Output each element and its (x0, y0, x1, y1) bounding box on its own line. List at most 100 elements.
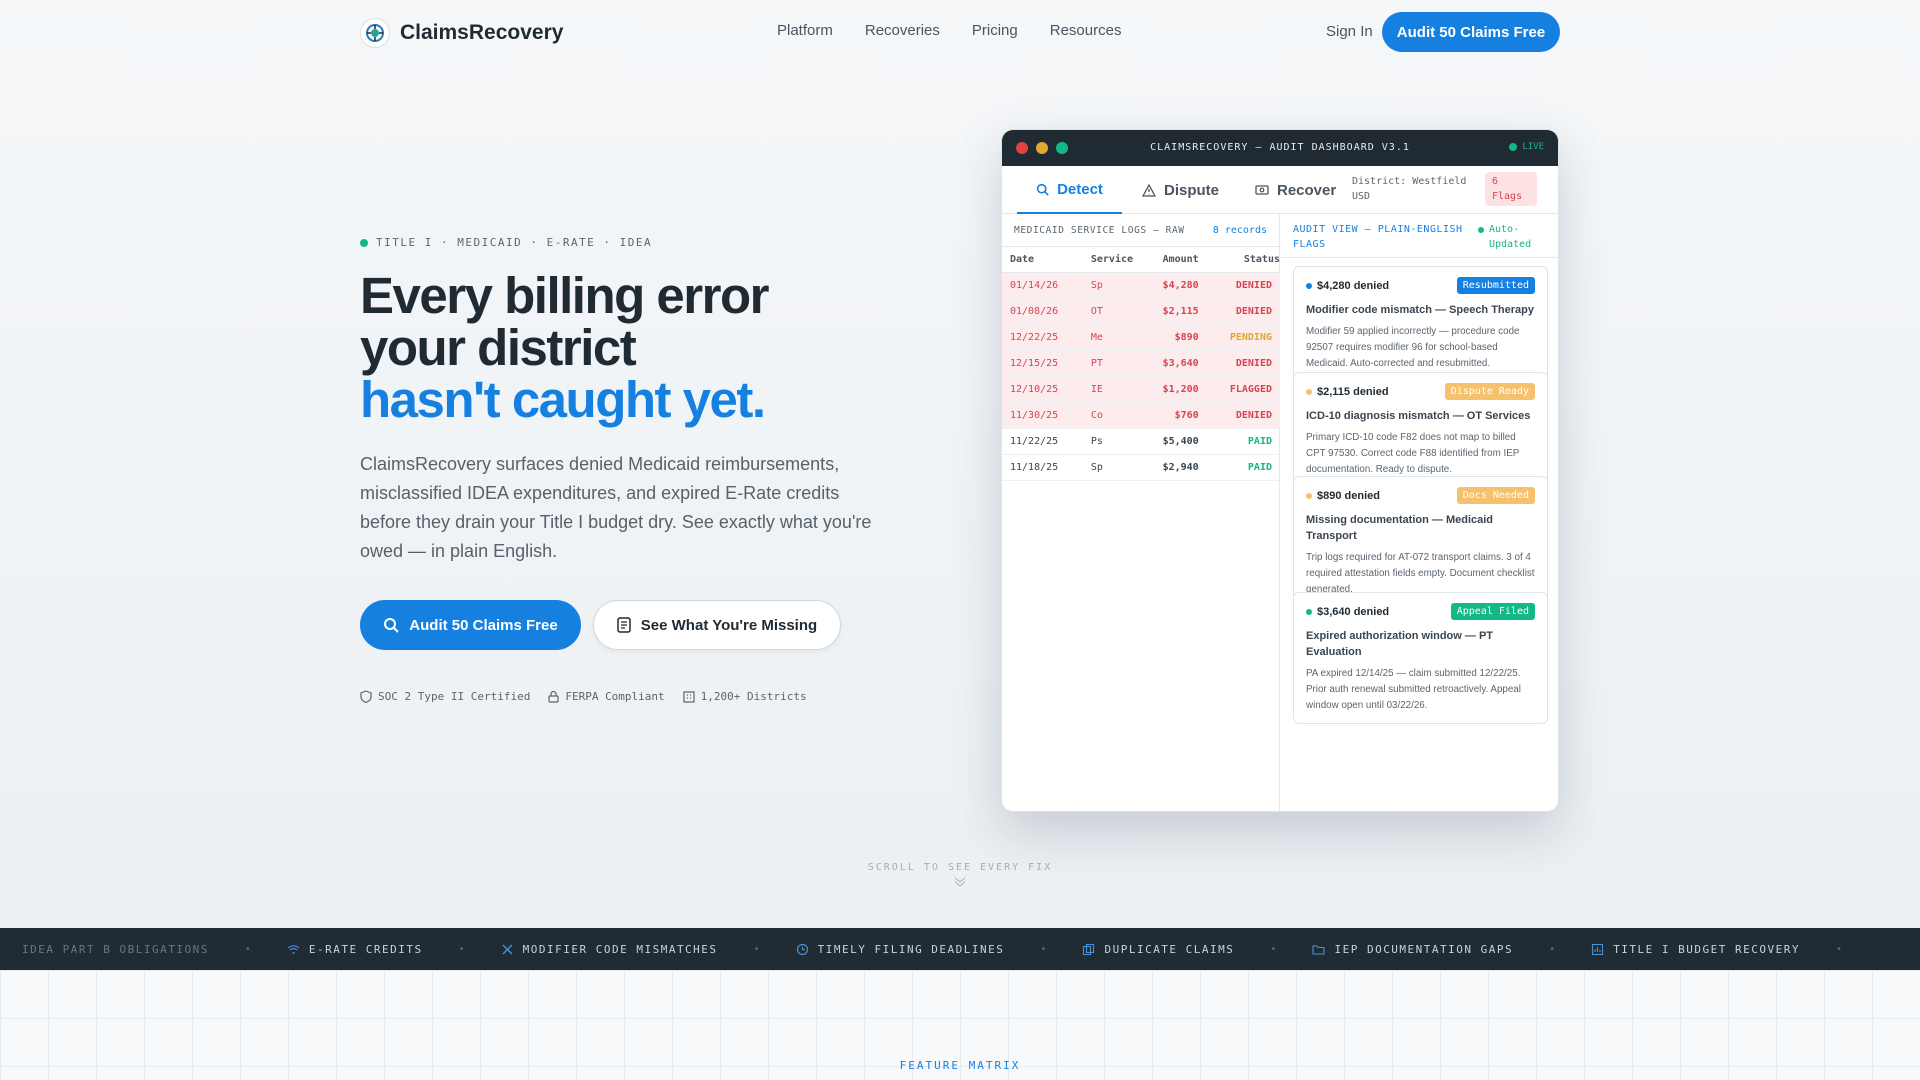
audit-header: AUDIT VIEW — PLAIN-ENGLISH FLAGS Auto-Up… (1281, 214, 1558, 258)
cell-status: DENIED (1206, 350, 1280, 377)
trust-ferpa-label: FERPA Compliant (565, 690, 665, 703)
cell-date: 01/08/26 (1002, 298, 1083, 325)
trust-badges: SOC 2 Type II Certified FERPA Compliant … (360, 690, 807, 703)
see-missing-label: See What You're Missing (640, 616, 818, 634)
card-body: PA expired 12/14/25 — claim submitted 12… (1306, 668, 1521, 711)
nav-link-recoveries[interactable]: Recoveries (865, 22, 940, 39)
cell-amount: $760 (1141, 402, 1207, 429)
logs-header-row: Date Service Amount Status (1002, 246, 1280, 273)
live-indicator: LIVE (1509, 142, 1544, 152)
money-icon (1255, 185, 1269, 195)
nav-link-platform[interactable]: Platform (777, 22, 833, 39)
flags-badge[interactable]: 6 Flags (1485, 172, 1537, 206)
cell-date: 01/14/26 (1002, 272, 1083, 299)
card-title: Modifier code mismatch — Speech Therapy (1306, 304, 1535, 316)
cell-svc: Ps (1082, 428, 1142, 455)
ticker-item: TITLE I BUDGET RECOVERY (1591, 943, 1800, 956)
chevron-down-icon[interactable] (953, 876, 967, 888)
card-amount: $2,115 denied (1306, 386, 1389, 398)
cell-amount: $2,940 (1141, 454, 1207, 481)
audit-flag-card[interactable]: $3,640 denied Appeal Filed Expired authori… (1293, 592, 1548, 725)
cell-amount: $890 (1141, 324, 1207, 351)
cell-svc: PT (1082, 350, 1142, 377)
building-icon (683, 691, 695, 703)
audit-flag-card[interactable]: $4,280 denied Resubmitted Modifier code mi… (1293, 266, 1548, 383)
card-header: $2,115 denied Dispute Ready (1306, 383, 1535, 400)
ticker-separator: • (1836, 943, 1843, 955)
lock-icon (548, 690, 559, 703)
table-row[interactable]: 12/15/25 PT $3,640 DENIED (1002, 350, 1280, 377)
audit-dashboard-window: CLAIMSRECOVERY — AUDIT DASHBOARD V3.1 LI… (1001, 129, 1559, 812)
topic-ticker: IDEA PART B OBLIGATIONS • E-RATE CREDITS • M… (0, 928, 1920, 970)
trust-soc2-label: SOC 2 Type II Certified (378, 690, 531, 703)
brand-mark-icon (360, 18, 390, 48)
dashboard-tabs: Detect Dispute Recover District: Westfie… (1002, 166, 1558, 214)
brand-name: ClaimsRecovery (400, 21, 564, 44)
audit-claims-button[interactable]: Audit 50 Claims Free (360, 600, 581, 650)
card-header: $890 denied Docs Needed (1306, 487, 1535, 504)
ticker-item: E-RATE CREDITS (287, 943, 423, 956)
tab-recover[interactable]: Recover (1255, 166, 1336, 214)
nav-link-resources[interactable]: Resources (1050, 22, 1122, 39)
tab-recover-label: Recover (1277, 181, 1337, 199)
live-dot-icon (1509, 143, 1518, 151)
card-amount: $3,640 denied (1306, 606, 1389, 618)
sign-in-link[interactable]: Sign In (1326, 23, 1373, 40)
table-row[interactable]: 11/22/25 Ps $5,400 PAID (1002, 428, 1280, 455)
card-title: Missing documentation — Medicaid Transpo… (1306, 514, 1494, 542)
hero-description: ClaimsRecovery surfaces denied Medicaid … (360, 454, 872, 561)
ticker-label: TITLE I BUDGET RECOVERY (1613, 942, 1801, 956)
shield-icon (360, 690, 372, 703)
status-dot-icon (1306, 282, 1312, 289)
cell-date: 11/18/25 (1002, 454, 1083, 481)
nav-links: Platform Recoveries Pricing Resources (777, 22, 1121, 39)
feature-matrix-label: FEATURE MATRIX (899, 1059, 1021, 1072)
ticker-separator: • (458, 943, 465, 955)
status-dot-icon (1306, 492, 1312, 499)
tools-icon (502, 944, 513, 954)
tab-dispute[interactable]: Dispute (1142, 166, 1219, 214)
card-status-badge: Dispute Ready (1444, 383, 1535, 400)
see-missing-button[interactable]: See What You're Missing (593, 600, 841, 650)
headline-line-1: Every billing error (360, 267, 770, 324)
table-row[interactable]: 12/10/25 IE $1,200 FLAGGED (1002, 376, 1280, 403)
top-nav: ClaimsRecovery Platform Recoveries Prici… (0, 0, 1920, 64)
audit-title: AUDIT VIEW — PLAIN-ENGLISH FLAGS (1293, 224, 1463, 250)
auto-updated-label: Auto-Updated (1489, 224, 1532, 250)
audit-flag-card[interactable]: $2,115 denied Dispute Ready ICD-10 diagnos… (1293, 372, 1548, 489)
ticker-label: IDEA PART B OBLIGATIONS (22, 942, 209, 956)
nav-link-pricing[interactable]: Pricing (972, 22, 1018, 39)
tab-detect[interactable]: Detect (1017, 166, 1122, 214)
headline-line-2: your district (360, 319, 637, 376)
hero-headline: Every billing error your district hasn't… (360, 267, 770, 426)
audit-claims-label: Audit 50 Claims Free (409, 616, 558, 634)
cell-svc: Sp (1082, 454, 1142, 481)
tab-detect-label: Detect (1057, 180, 1103, 198)
card-status-badge: Docs Needed (1456, 487, 1535, 504)
table-row[interactable]: 12/22/25 Me $890 PENDING (1002, 324, 1280, 351)
cell-status: DENIED (1206, 402, 1280, 429)
table-row[interactable]: 11/30/25 Co $760 DENIED (1002, 402, 1280, 429)
nav-audit-button[interactable]: Audit 50 Claims Free (1382, 12, 1560, 52)
cell-status: PAID (1206, 428, 1280, 455)
table-row[interactable]: 11/18/25 Sp $2,940 PAID (1002, 454, 1280, 481)
card-body: Primary ICD-10 code F82 does not map to … (1306, 432, 1520, 475)
table-row[interactable]: 01/08/26 OT $2,115 DENIED (1002, 298, 1280, 325)
tab-dispute-label: Dispute (1164, 181, 1220, 199)
status-dot-icon (1306, 608, 1312, 615)
card-amount: $4,280 denied (1306, 280, 1389, 292)
logs-count: 8 records (1212, 224, 1267, 236)
search-icon (384, 618, 400, 633)
cell-amount: $3,640 (1141, 350, 1207, 377)
audit-view-pane: AUDIT VIEW — PLAIN-ENGLISH FLAGS Auto-Up… (1281, 214, 1558, 811)
brand-logo[interactable]: ClaimsRecovery (360, 18, 563, 48)
audit-flag-card[interactable]: $890 denied Docs Needed Missing documentat… (1293, 476, 1548, 609)
logs-header: MEDICAID SERVICE LOGS — RAW 8 records (1002, 214, 1279, 246)
ticker-item: MODIFIER CODE MISMATCHES (501, 943, 718, 956)
trust-ferpa: FERPA Compliant (548, 690, 665, 703)
logs-table: Date Service Amount Status 01/14/26 Sp $4,… (1002, 246, 1280, 481)
table-row[interactable]: 01/14/26 Sp $4,280 DENIED (1002, 272, 1280, 299)
cell-date: 12/15/25 (1002, 350, 1083, 377)
auto-updated-indicator: Auto-Updated (1478, 222, 1539, 252)
hero-eyebrow: TITLE I · MEDICAID · E-RATE · IDEA (360, 236, 652, 249)
